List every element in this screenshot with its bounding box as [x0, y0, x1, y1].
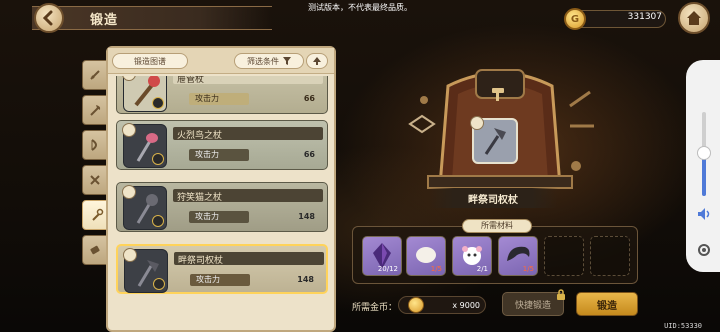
sort-button[interactable] [306, 53, 328, 69]
gold-coin-icon [408, 297, 424, 313]
stat-value: 148 [297, 275, 314, 284]
key-icon [152, 153, 164, 165]
weapon-list[interactable]: 屉管杖 攻击力 66 火烈鸟之杖 攻击力 66 狩笑猫之杖 攻击力 148 畔祭… [116, 76, 328, 330]
filter-label: 筛选条件 [247, 56, 279, 66]
weapon-name: 畔祭司权杖 [178, 256, 224, 266]
weapon-name: 狩笑猫之杖 [177, 193, 223, 203]
axe-icon [90, 105, 101, 116]
volume-slider-handle[interactable] [697, 146, 711, 160]
material-slot[interactable]: 20/12 [362, 236, 402, 276]
back-arrow-icon [42, 10, 53, 26]
funnel-icon [283, 57, 291, 65]
list-item[interactable]: 屉管杖 攻击力 66 [116, 76, 328, 114]
cost-label: 所需金币： [352, 303, 398, 313]
stat-label: 攻击力 [189, 93, 249, 105]
quality-badge-icon [122, 123, 136, 137]
home-icon [687, 11, 701, 25]
arrow-up-icon [313, 57, 321, 65]
hammer-icon [492, 88, 504, 101]
bow-icon [91, 139, 97, 151]
list-item[interactable]: 狩笑猫之杖 攻击力 148 [116, 182, 328, 232]
gold-coin-icon: G [564, 8, 586, 30]
materials-header: 所需材料 [462, 219, 532, 233]
weapon-name: 火烈鸟之杖 [177, 131, 223, 141]
material-slot[interactable]: 1/5 [498, 236, 538, 276]
empty-material-slot [590, 236, 630, 276]
key-icon [152, 215, 164, 227]
material-slot[interactable]: 2/1 [452, 236, 492, 276]
material-slot[interactable]: 1/5 [406, 236, 446, 276]
quality-badge-icon [122, 185, 136, 199]
tab-scroll[interactable] [82, 235, 108, 265]
stat-value: 66 [303, 150, 315, 159]
tab-daggers[interactable] [82, 165, 108, 195]
tab-bow[interactable] [82, 130, 108, 160]
gold-amount: 331307 [627, 12, 662, 22]
gear-icon[interactable] [696, 242, 712, 258]
title-bar [32, 6, 272, 30]
forge-item-title: 畔祭司权杖 [468, 195, 518, 206]
stat-label: 攻击力 [190, 274, 250, 286]
weapon-thumbnail [122, 185, 167, 230]
stat-value: 148 [298, 212, 315, 221]
weapon-list-panel: 锻造图谱 筛选条件 屉管杖 攻击力 66 火烈鸟之杖 攻击力 66 狩笑猫之杖 … [106, 46, 336, 332]
empty-material-slot [544, 236, 584, 276]
forge-atlas-button[interactable]: 锻造图谱 [112, 53, 188, 69]
quality-badge-icon [470, 116, 484, 130]
stat-label: 攻击力 [189, 149, 249, 161]
staff-icon [92, 208, 104, 221]
lock-icon [557, 289, 565, 300]
weapon-thumbnail [122, 76, 167, 112]
weapon-name: 屉管杖 [177, 76, 205, 85]
forge-button[interactable]: 锻造 [576, 292, 638, 316]
material-count: 2/1 [476, 265, 488, 273]
key-icon [152, 97, 164, 109]
page-title: 锻造 [90, 13, 119, 28]
weapon-thumbnail [123, 248, 168, 293]
cost-value: x 9000 [452, 301, 480, 310]
list-item[interactable]: 火烈鸟之杖 攻击力 66 [116, 120, 328, 170]
user-id: UID:53330 [664, 322, 702, 330]
home-button[interactable] [678, 2, 710, 34]
filter-button[interactable]: 筛选条件 [234, 53, 304, 69]
crossed-daggers-icon [90, 175, 100, 185]
stat-label: 攻击力 [189, 211, 249, 223]
tab-sword[interactable] [82, 60, 108, 90]
category-tabs [82, 60, 112, 270]
tab-axe[interactable] [82, 95, 108, 125]
back-button[interactable] [34, 3, 64, 33]
weapon-thumbnail [122, 123, 167, 168]
list-item-selected[interactable]: 畔祭司权杖 攻击力 148 [116, 244, 328, 294]
material-count: 1/5 [430, 265, 442, 273]
result-item-slot[interactable] [470, 116, 518, 164]
material-count: 1/5 [522, 265, 534, 273]
scroll-icon [90, 245, 100, 255]
speaker-icon[interactable] [696, 206, 712, 222]
stat-value: 66 [303, 94, 315, 103]
quality-badge-icon [123, 248, 137, 262]
sword-icon [90, 70, 100, 80]
material-count: 20/12 [377, 265, 398, 273]
key-icon [153, 278, 165, 290]
